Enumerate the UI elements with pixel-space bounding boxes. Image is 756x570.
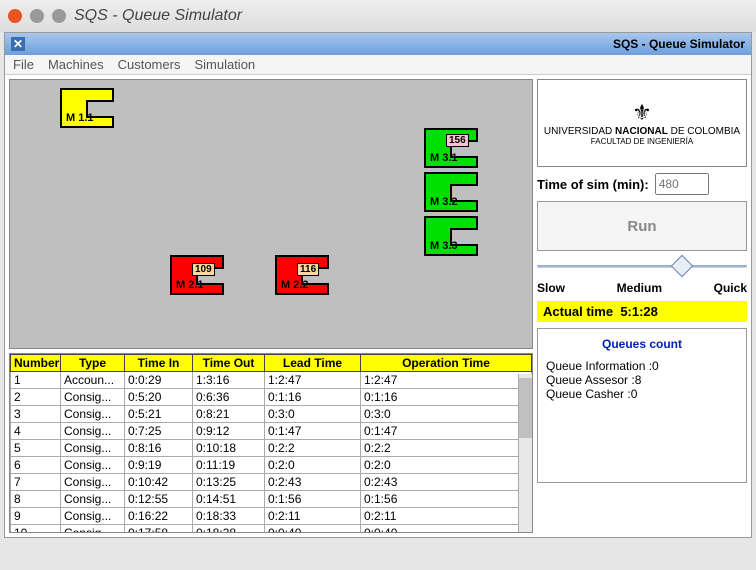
university-logo: ⚜ UNIVERSIDAD NACIONAL DE COLOMBIA FACUL… [537, 79, 747, 167]
menu-machines[interactable]: Machines [48, 57, 104, 72]
crest-icon: ⚜ [632, 100, 652, 126]
col-time-out[interactable]: Time Out [193, 355, 265, 372]
table-row[interactable]: 1Accoun...0:0:291:3:161:2:471:2:47 [11, 372, 532, 389]
col-lead-time[interactable]: Lead Time [265, 355, 361, 372]
window-titlebar: ✕ SQS - Queue Simulator [5, 33, 751, 55]
queues-title: Queues count [546, 337, 738, 351]
run-panel: Run [537, 201, 747, 251]
table-row[interactable]: 4Consig...0:7:250:9:120:1:470:1:47 [11, 423, 532, 440]
slider-thumb-icon[interactable] [670, 255, 693, 278]
time-of-sim-label: Time of sim (min): [537, 177, 649, 192]
speed-medium-label: Medium [617, 281, 662, 295]
speed-slider[interactable] [537, 257, 747, 275]
machine-m22[interactable]: M 2.2 116 [275, 255, 329, 295]
menu-file[interactable]: File [13, 57, 34, 72]
table-scrollbar[interactable] [518, 374, 532, 532]
machine-label: M 3.1 [430, 152, 458, 164]
queue-information: Queue Information :0 [546, 359, 738, 373]
speed-slow-label: Slow [537, 281, 565, 295]
close-icon[interactable]: ✕ [11, 37, 25, 51]
queue-casher: Queue Casher :0 [546, 387, 738, 401]
machine-label: M 2.2 [281, 279, 309, 291]
ticket-116: 116 [297, 263, 319, 276]
simulation-canvas[interactable]: M 1.1 M 2.1 109 M 2.2 [9, 79, 533, 349]
ticket-109: 109 [192, 263, 215, 276]
col-op-time[interactable]: Operation Time [361, 355, 532, 372]
actual-time-display: Actual time 5:1:28 [537, 301, 747, 322]
os-title: SQS - Queue Simulator [74, 7, 242, 25]
table-row[interactable]: 7Consig...0:10:420:13:250:2:430:2:43 [11, 474, 532, 491]
table-row[interactable]: 9Consig...0:16:220:18:330:2:110:2:11 [11, 508, 532, 525]
table-row[interactable]: 2Consig...0:5:200:6:360:1:160:1:16 [11, 389, 532, 406]
window-title: SQS - Queue Simulator [613, 37, 745, 51]
table-row[interactable]: 6Consig...0:9:190:11:190:2:00:2:0 [11, 457, 532, 474]
machine-m21[interactable]: M 2.1 109 [170, 255, 224, 295]
results-table: Number Type Time In Time Out Lead Time O… [9, 353, 533, 533]
os-minimize-icon[interactable] [30, 9, 44, 23]
queue-assessor: Queue Assesor :8 [546, 373, 738, 387]
machine-label: M 1.1 [66, 112, 94, 124]
machine-m32[interactable]: M 3.2 [424, 172, 478, 212]
menu-customers[interactable]: Customers [118, 57, 181, 72]
menu-simulation[interactable]: Simulation [194, 57, 255, 72]
machine-m11[interactable]: M 1.1 [60, 88, 114, 128]
queues-panel: Queues count Queue Information :0 Queue … [537, 328, 747, 483]
machine-label: M 3.3 [430, 240, 458, 252]
table-row[interactable]: 8Consig...0:12:550:14:510:1:560:1:56 [11, 491, 532, 508]
machine-m33[interactable]: M 3.3 [424, 216, 478, 256]
os-close-icon[interactable] [8, 9, 22, 23]
machine-label: M 3.2 [430, 196, 458, 208]
col-type[interactable]: Type [61, 355, 125, 372]
menubar: File Machines Customers Simulation [5, 55, 751, 75]
machine-label: M 2.1 [176, 279, 204, 291]
os-maximize-icon[interactable] [52, 9, 66, 23]
time-of-sim-input[interactable] [655, 173, 709, 195]
run-button[interactable]: Run [621, 217, 662, 236]
machine-m31[interactable]: M 3.1 156 [424, 128, 478, 168]
faculty-label: FACULTAD DE INGENIERÍA [591, 137, 693, 146]
col-number[interactable]: Number [11, 355, 61, 372]
table-row[interactable]: 3Consig...0:5:210:8:210:3:00:3:0 [11, 406, 532, 423]
os-titlebar: SQS - Queue Simulator [0, 0, 756, 32]
ticket-156: 156 [446, 134, 469, 147]
table-row[interactable]: 10Consig...0:17:580:18:380:0:400:0:40 [11, 525, 532, 534]
speed-quick-label: Quick [714, 281, 747, 295]
col-time-in[interactable]: Time In [125, 355, 193, 372]
table-row[interactable]: 5Consig...0:8:160:10:180:2:20:2:2 [11, 440, 532, 457]
